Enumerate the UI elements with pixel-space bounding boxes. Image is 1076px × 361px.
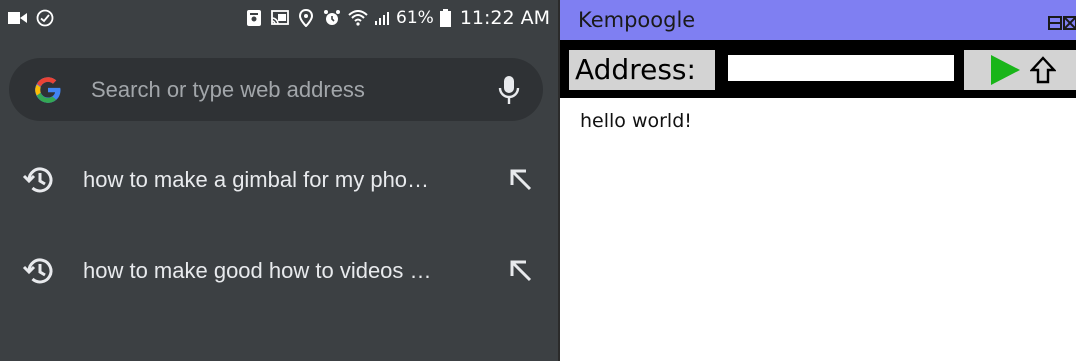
status-time: 11:22 AM xyxy=(459,7,550,29)
suggestion-item[interactable]: how to make good how to videos … xyxy=(0,241,558,301)
android-chrome-panel: 61% 11:22 AM Search or type web address … xyxy=(0,0,558,361)
suggestion-text[interactable]: how to make a gimbal for my pho… xyxy=(83,167,508,193)
status-right-icons: 61% 11:22 AM xyxy=(244,7,550,29)
history-icon xyxy=(22,167,53,193)
status-bar: 61% 11:22 AM xyxy=(0,0,558,36)
battery-icon xyxy=(440,8,452,28)
lock-icon xyxy=(244,8,264,28)
window-titlebar[interactable]: Kempoogle xyxy=(560,0,1076,40)
window-title: Kempoogle xyxy=(578,8,696,32)
check-circle-icon xyxy=(35,8,55,28)
address-label: Address: xyxy=(569,50,715,90)
kempoogle-window: Kempoogle Address: hello world! xyxy=(558,0,1076,361)
omnibox[interactable]: Search or type web address xyxy=(9,58,543,121)
fill-arrow-icon[interactable] xyxy=(508,258,534,284)
address-toolbar: Address: xyxy=(560,40,1076,98)
google-g-icon xyxy=(35,76,61,103)
fill-arrow-icon[interactable] xyxy=(508,167,534,193)
go-arrow-icon[interactable] xyxy=(989,54,1021,86)
history-icon xyxy=(22,258,53,284)
signal-icon xyxy=(374,8,390,28)
cast-icon xyxy=(270,8,290,28)
battery-percent: 61% xyxy=(396,8,434,28)
page-content: hello world! xyxy=(580,110,692,132)
home-icon[interactable] xyxy=(1030,56,1056,84)
wifi-icon xyxy=(348,8,368,28)
minimize-icon[interactable] xyxy=(1048,16,1062,30)
suggestion-item[interactable]: how to make a gimbal for my pho… xyxy=(0,150,558,210)
microphone-icon[interactable] xyxy=(497,75,521,105)
close-icon[interactable] xyxy=(1063,16,1076,30)
video-camera-icon xyxy=(8,8,28,28)
location-icon xyxy=(296,8,316,28)
alarm-icon xyxy=(322,8,342,28)
suggestion-text[interactable]: how to make good how to videos … xyxy=(83,258,508,284)
search-placeholder[interactable]: Search or type web address xyxy=(91,77,497,103)
address-input[interactable] xyxy=(726,53,956,83)
nav-buttons xyxy=(964,50,1076,90)
status-left-icons xyxy=(8,8,55,28)
